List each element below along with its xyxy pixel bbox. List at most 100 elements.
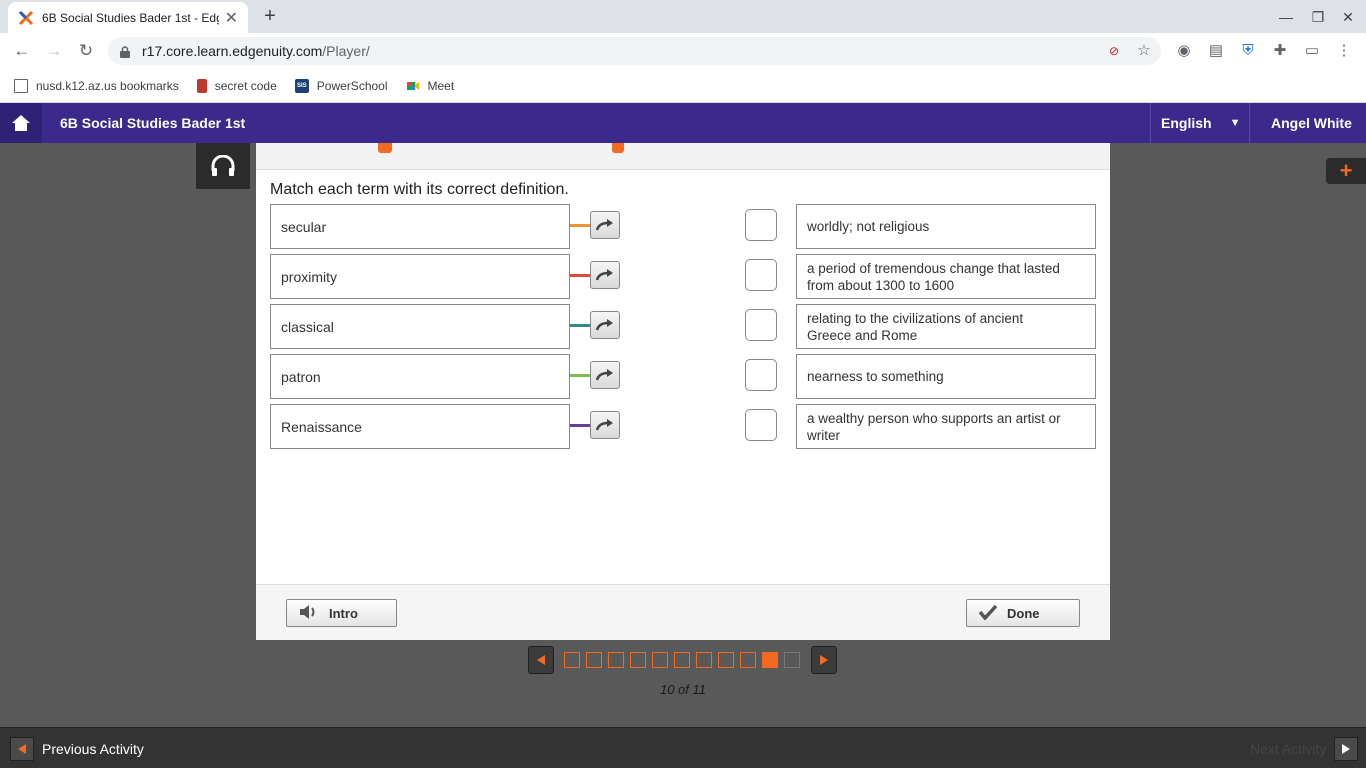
- bookmark-meet[interactable]: Meet: [406, 78, 455, 93]
- drag-arrow-button[interactable]: [590, 211, 620, 239]
- course-title: 6B Social Studies Bader 1st: [60, 115, 246, 131]
- plus-tools-icon[interactable]: +: [1326, 158, 1366, 184]
- pager-page-box[interactable]: [564, 652, 580, 668]
- match-drop-target[interactable]: [745, 309, 777, 341]
- pager-next-button[interactable]: [811, 646, 837, 674]
- previous-activity-label: Previous Activity: [42, 741, 144, 757]
- pager-page-box[interactable]: [652, 652, 668, 668]
- connector-line: [570, 424, 590, 427]
- match-drop-target[interactable]: [745, 409, 777, 441]
- definition-box: a wealthy person who supports an artist …: [796, 404, 1096, 449]
- lock-icon: [120, 45, 130, 58]
- term-box[interactable]: secular: [270, 204, 570, 249]
- previous-activity-button[interactable]: Previous Activity: [10, 737, 144, 761]
- address-bar[interactable]: r17.core.learn.edgenuity.com/Player/: [108, 37, 1161, 65]
- bookmark-label: Meet: [427, 78, 455, 93]
- pager-page-box[interactable]: [630, 652, 646, 668]
- definition-box: relating to the civilizations of ancient…: [796, 304, 1096, 349]
- extensions-puzzle-icon[interactable]: ✚: [1270, 41, 1290, 61]
- url-path: /Player/: [322, 43, 370, 59]
- bookmark-star-icon[interactable]: ☆: [1134, 41, 1154, 61]
- language-label: English: [1161, 115, 1212, 131]
- shield-extension-icon[interactable]: ⛨: [1238, 41, 1258, 61]
- pager-page-box[interactable]: [718, 652, 734, 668]
- triangle-right-icon: [820, 655, 828, 665]
- drag-arrow-button[interactable]: [590, 261, 620, 289]
- pager-page-box[interactable]: [762, 652, 778, 668]
- triangle-right-icon: [1334, 737, 1359, 761]
- tab-title: 6B Social Studies Bader 1st - Edgenuity: [42, 10, 219, 25]
- language-select[interactable]: English ▼: [1150, 103, 1250, 143]
- curved-arrow-icon: [596, 219, 613, 231]
- next-activity-label: Next Activity: [1250, 741, 1327, 757]
- bookmarks-bar: nusd.k12.az.us bookmarks secret code SIS…: [0, 69, 1366, 103]
- restore-icon[interactable]: ❐: [1306, 5, 1330, 29]
- bookmark-nusd-folder[interactable]: nusd.k12.az.us bookmarks: [14, 78, 179, 93]
- done-button[interactable]: Done: [966, 599, 1080, 627]
- term-box[interactable]: proximity: [270, 254, 570, 299]
- connector-line: [570, 324, 590, 327]
- edgenuity-favicon-icon: [18, 10, 34, 26]
- intro-label: Intro: [329, 605, 358, 621]
- new-tab-icon[interactable]: +: [258, 4, 282, 28]
- home-icon: [12, 115, 30, 131]
- term-box[interactable]: Renaissance: [270, 404, 570, 449]
- browser-tab-strip: 6B Social Studies Bader 1st - Edgenuity …: [0, 0, 1366, 33]
- match-drop-target[interactable]: [745, 259, 777, 291]
- pager-page-box[interactable]: [674, 652, 690, 668]
- drag-arrow-button[interactable]: [590, 311, 620, 339]
- page-icon: [196, 78, 207, 93]
- drag-arrow-button[interactable]: [590, 361, 620, 389]
- pager-page-box[interactable]: [608, 652, 624, 668]
- curved-arrow-icon: [596, 419, 613, 431]
- intro-button[interactable]: Intro: [286, 599, 397, 627]
- match-drop-target[interactable]: [745, 359, 777, 391]
- url-host: r17.core.learn.edgenuity.com: [142, 43, 323, 59]
- browser-menu-icon[interactable]: ⋮: [1334, 41, 1354, 61]
- connector-line: [570, 274, 590, 277]
- pager-previous-button[interactable]: [528, 646, 554, 674]
- definition-box: a period of tremendous change that laste…: [796, 254, 1096, 299]
- close-window-icon[interactable]: ✕: [1336, 5, 1360, 29]
- back-icon[interactable]: ←: [10, 40, 34, 62]
- home-button[interactable]: [0, 103, 42, 143]
- curved-arrow-icon: [596, 319, 613, 331]
- bottom-nav-bar: Previous Activity Next Activity: [0, 727, 1366, 768]
- definition-box: nearness to something: [796, 354, 1096, 399]
- cast-icon[interactable]: ▭: [1302, 41, 1322, 61]
- next-activity-button[interactable]: Next Activity: [1250, 737, 1359, 761]
- minimize-icon[interactable]: —: [1274, 5, 1298, 29]
- title-fragment: [612, 143, 624, 153]
- term-box[interactable]: classical: [270, 304, 570, 349]
- instruction-text: Match each term with its correct definit…: [270, 181, 569, 198]
- pager-text: 10 of 11: [659, 682, 707, 697]
- meet-icon: [406, 79, 420, 93]
- match-drop-target[interactable]: [745, 209, 777, 241]
- user-name[interactable]: Angel White: [1271, 115, 1352, 131]
- close-tab-icon[interactable]: ✕: [225, 8, 238, 28]
- profile-extension-icon[interactable]: ◉: [1174, 41, 1194, 61]
- triangle-left-icon: [10, 737, 34, 761]
- pager-page-box[interactable]: [740, 652, 756, 668]
- pager-page-box[interactable]: [586, 652, 602, 668]
- blocked-popup-icon[interactable]: ⊘: [1104, 41, 1124, 61]
- reader-extension-icon[interactable]: ▤: [1206, 41, 1226, 61]
- audio-button[interactable]: [196, 143, 250, 189]
- pager-page-box[interactable]: [784, 652, 800, 668]
- chevron-down-icon: ▼: [1229, 117, 1241, 129]
- forward-icon[interactable]: →: [42, 40, 66, 62]
- drag-arrow-button[interactable]: [590, 411, 620, 439]
- bookmark-powerschool[interactable]: SIS PowerSchool: [294, 78, 388, 93]
- checkmark-icon: [978, 604, 998, 623]
- title-fragment: [378, 143, 392, 153]
- term-box[interactable]: patron: [270, 354, 570, 399]
- pager-page-box[interactable]: [696, 652, 712, 668]
- curved-arrow-icon: [596, 269, 613, 281]
- browser-tab[interactable]: 6B Social Studies Bader 1st - Edgenuity …: [8, 2, 248, 33]
- triangle-left-icon: [537, 655, 545, 665]
- bookmark-secret-code[interactable]: secret code: [196, 78, 277, 93]
- reload-icon[interactable]: ↻: [74, 40, 98, 62]
- done-label: Done: [1007, 605, 1040, 621]
- headphones-icon: [211, 155, 235, 176]
- folder-icon: [14, 78, 28, 93]
